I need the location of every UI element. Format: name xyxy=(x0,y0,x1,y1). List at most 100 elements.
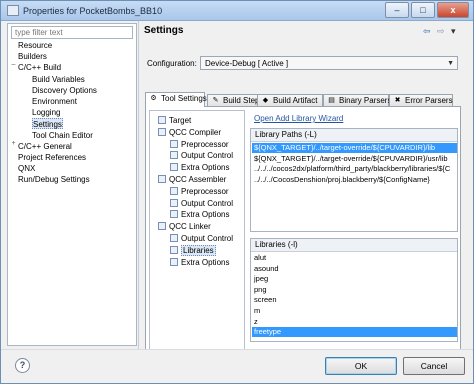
filter-input[interactable] xyxy=(11,26,133,39)
tool-tree-label: Output Control xyxy=(181,198,234,208)
option-page-icon xyxy=(170,234,178,242)
library-path-row[interactable]: ${QNX_TARGET}/../target-override/${CPUVA… xyxy=(252,143,457,153)
tool-icon xyxy=(158,222,166,231)
tool-tree-label: Preprocessor xyxy=(181,139,229,149)
sidebar-item-label: Resource xyxy=(18,41,53,50)
back-icon[interactable]: ⇦ xyxy=(423,26,431,37)
tab-item[interactable]: ◆ Build Artifact xyxy=(257,94,323,106)
sidebar-item[interactable]: – C/C++ Build xyxy=(12,61,62,73)
title-bar: Properties for PocketBombs_BB10 – □ x xyxy=(1,1,473,21)
sidebar-item[interactable]: Build Variables xyxy=(32,74,85,85)
option-page-icon xyxy=(170,163,178,172)
sidebar-item-label: Run/Debug Settings xyxy=(18,175,90,185)
sidebar-item[interactable]: Discovery Options xyxy=(32,85,97,96)
library-paths-group: Library Paths (-L) ${QNX_TARGET}/../targ… xyxy=(250,128,458,232)
settings-header: Settings ⇦ ⇨ ▾ xyxy=(141,21,471,41)
sidebar-item-label: QNX xyxy=(18,164,36,174)
minimize-button[interactable]: – xyxy=(385,2,409,18)
tab-label: Tool Settings xyxy=(161,94,207,103)
sidebar-item[interactable]: Resource xyxy=(18,40,52,51)
tab-label: Error Parsers xyxy=(405,96,453,105)
sidebar-item[interactable]: Environment xyxy=(32,96,77,107)
tool-tree-item[interactable]: Output Control xyxy=(170,150,233,161)
tool-tree-item[interactable]: Target xyxy=(158,115,191,126)
window-title: Properties for PocketBombs_BB10 xyxy=(23,6,163,16)
tool-tree-item[interactable]: QCC Compiler xyxy=(158,127,221,138)
tool-tree: Target QCC Compiler Preprocessor Output Con… xyxy=(149,110,245,360)
open-library-wizard-link[interactable]: Open Add Library Wizard xyxy=(254,114,343,123)
view-menu-icon[interactable]: ▾ xyxy=(451,26,456,37)
library-row[interactable]: png xyxy=(252,285,457,295)
library-path-row[interactable]: ../../../CocosDenshion/proj.blackberry/$… xyxy=(252,175,457,185)
wrench-icon: ✎ xyxy=(212,97,219,104)
gear-icon: ⚙ xyxy=(150,95,157,102)
tool-tree-item[interactable]: Preprocessor xyxy=(170,139,229,150)
option-page-icon xyxy=(170,186,178,195)
library-row[interactable]: z xyxy=(252,317,457,327)
tool-tree-item[interactable]: Extra Options xyxy=(170,162,229,173)
tool-tree-label: Output Control xyxy=(181,151,234,161)
collapse-icon[interactable]: – xyxy=(10,61,17,69)
maximize-button[interactable]: □ xyxy=(411,2,435,18)
library-row[interactable]: alut xyxy=(252,253,457,263)
properties-window: Properties for PocketBombs_BB10 – □ x Re… xyxy=(0,0,474,384)
sidebar-item[interactable]: Project References xyxy=(18,152,86,163)
sidebar-item[interactable]: Tool Chain Editor xyxy=(32,130,93,141)
sidebar-item[interactable]: Builders xyxy=(18,51,47,62)
tool-tree-item[interactable]: QCC Assembler xyxy=(158,174,226,185)
tab-item[interactable]: ✖ Error Parsers xyxy=(389,94,453,106)
library-row[interactable]: m xyxy=(252,306,457,316)
library-row[interactable]: jpeg xyxy=(252,274,457,284)
window-icon xyxy=(7,5,19,16)
tool-tree-item[interactable]: Extra Options xyxy=(170,209,229,220)
sidebar-item-label: Settings xyxy=(33,120,62,130)
cancel-button[interactable]: Cancel xyxy=(403,357,465,375)
libraries-header: Libraries (-l) xyxy=(251,239,457,252)
tool-tree-item[interactable]: Libraries xyxy=(170,244,216,256)
option-page-icon xyxy=(170,210,178,219)
sidebar-item-label: Builders xyxy=(18,52,47,62)
configuration-value: Device-Debug [ Active ] xyxy=(205,59,289,68)
sidebar-item-label: Logging xyxy=(32,108,61,118)
tool-tree-label: Extra Options xyxy=(181,163,230,173)
tool-tree-item[interactable]: Output Control xyxy=(170,233,233,244)
tool-tree-item[interactable]: QCC Linker xyxy=(158,221,211,232)
configuration-label: Configuration: xyxy=(147,59,197,68)
library-row[interactable]: asound xyxy=(252,264,457,274)
tool-tree-item[interactable]: Output Control xyxy=(170,198,233,209)
tool-tree-label: Libraries xyxy=(181,244,216,256)
close-button[interactable]: x xyxy=(437,2,469,18)
option-page-icon xyxy=(170,151,178,160)
help-button[interactable]: ? xyxy=(15,358,30,373)
tool-settings-body: Target QCC Compiler Preprocessor Output Con… xyxy=(145,106,461,363)
tab-item[interactable]: ▤ Binary Parsers xyxy=(323,94,392,106)
tool-tree-item[interactable]: Extra Options xyxy=(170,257,229,268)
tab-label: Build Artifact xyxy=(273,96,318,105)
sidebar-item[interactable]: Settings xyxy=(32,118,63,130)
tab-item[interactable]: ⚙ Tool Settings xyxy=(145,92,207,107)
error-icon: ✖ xyxy=(394,97,401,104)
sidebar-item[interactable]: Run/Debug Settings xyxy=(18,174,90,185)
library-row[interactable]: freetype xyxy=(252,327,457,338)
panel-divider[interactable] xyxy=(138,21,139,351)
page-title: Settings xyxy=(144,25,184,36)
sidebar-item[interactable]: QNX xyxy=(18,163,35,174)
configuration-select[interactable]: Device-Debug [ Active ] ▼ xyxy=(200,56,458,70)
forward-icon[interactable]: ⇨ xyxy=(437,26,445,37)
tool-tree-label: QCC Compiler xyxy=(169,127,222,137)
library-path-row[interactable]: ../../../cocos2dx/platform/third_party/b… xyxy=(252,164,457,174)
sidebar-item[interactable]: Logging xyxy=(32,107,60,118)
tool-icon xyxy=(158,127,166,136)
sidebar-item-label: Discovery Options xyxy=(32,85,97,95)
tab-item[interactable]: ✎ Build Steps xyxy=(207,94,263,106)
library-path-row[interactable]: ${QNX_TARGET}/../target-override/${CPUVA… xyxy=(252,154,457,164)
tool-tree-label: Extra Options xyxy=(181,257,230,267)
tool-tree-item[interactable]: Preprocessor xyxy=(170,186,229,197)
library-row[interactable]: screen xyxy=(252,295,457,305)
sidebar-item[interactable]: + C/C++ General xyxy=(11,140,71,152)
tab-label: Binary Parsers xyxy=(339,96,392,105)
library-paths-header: Library Paths (-L) xyxy=(251,129,457,142)
option-page-icon xyxy=(170,139,178,148)
ok-button[interactable]: OK xyxy=(325,357,397,375)
expand-icon[interactable]: + xyxy=(10,140,17,148)
